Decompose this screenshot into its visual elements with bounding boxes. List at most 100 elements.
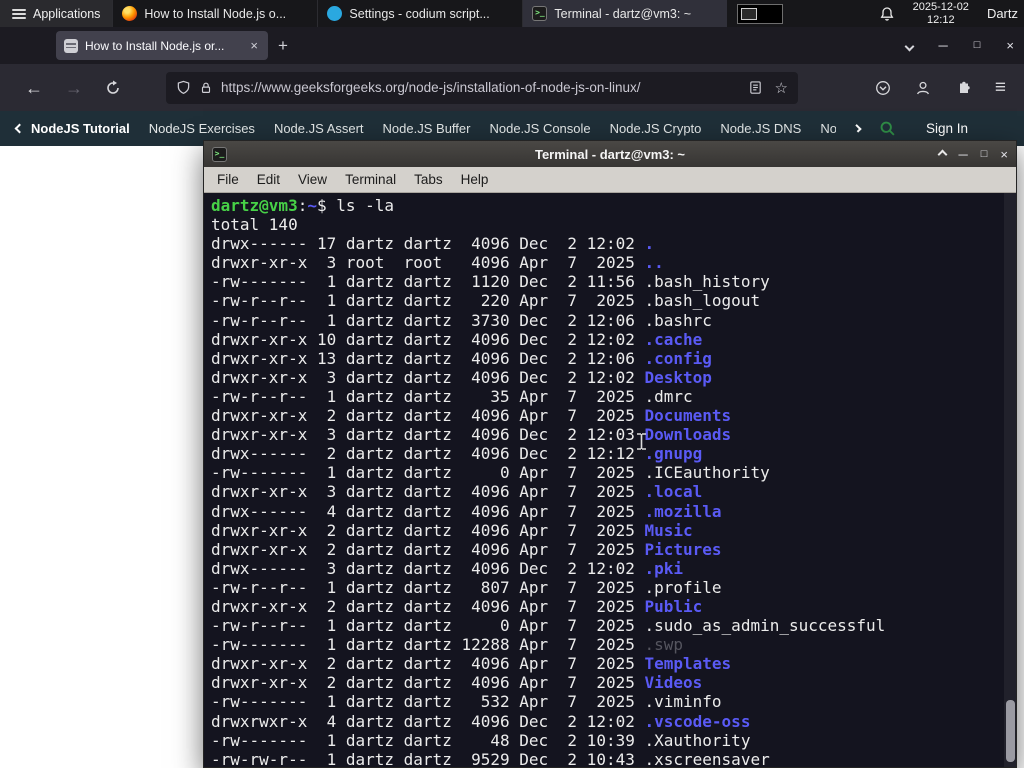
firefox-icon <box>122 6 138 21</box>
file-name: .dmrc <box>644 386 693 406</box>
file-name: Pictures <box>644 539 722 559</box>
gfg-nav-item[interactable]: Node.JS Buffer <box>383 121 471 136</box>
prompt-dollar: $ <box>316 196 337 215</box>
search-icon[interactable] <box>879 120 896 137</box>
gfg-nav-item[interactable]: Node <box>820 121 836 136</box>
applications-label: Applications <box>33 6 101 21</box>
menu-help[interactable]: Help <box>452 172 498 187</box>
gfg-nav-item[interactable]: Node.JS DNS <box>720 121 801 136</box>
gfg-nav-item[interactable]: NodeJS Exercises <box>149 121 255 136</box>
reader-mode-icon[interactable] <box>748 80 763 95</box>
menu-file[interactable]: File <box>208 172 248 187</box>
terminal-prompt-line: dartz@vm3:~$ ls -la <box>211 196 1002 215</box>
lock-icon[interactable] <box>199 81 213 95</box>
file-name: .ICEauthority <box>644 463 770 483</box>
file-name: Documents <box>644 406 732 426</box>
tab-close-icon[interactable]: × <box>248 38 260 53</box>
terminal-line: drwxr-xr-x 13 dartz dartz 4096 Dec 2 12:… <box>211 348 712 368</box>
browser-toolbar: ← → https://www.geeksforgeeks.org/node-j… <box>0 64 1024 111</box>
file-name: .profile <box>644 577 722 597</box>
account-icon[interactable] <box>915 80 931 96</box>
gfg-nav-item[interactable]: Node.JS Assert <box>274 121 364 136</box>
taskbar-item-firefox[interactable]: How to Install Node.js o... <box>112 0 317 27</box>
gfg-nav-item[interactable]: Node.JS Console <box>489 121 590 136</box>
pocket-icon[interactable] <box>875 80 891 96</box>
terminal-line: drwxr-xr-x 3 dartz dartz 4096 Dec 2 12:0… <box>211 367 712 387</box>
prompt-cwd: ~ <box>307 196 317 215</box>
terminal-scrollbar[interactable] <box>1004 193 1016 767</box>
chevron-right-icon[interactable] <box>853 124 862 133</box>
menu-edit[interactable]: Edit <box>248 172 289 187</box>
file-name: .bash_history <box>644 272 770 292</box>
terminal-line: -rw-r--r-- 1 dartz dartz 807 Apr 7 2025 … <box>211 577 722 597</box>
terminal-line: -rw------- 1 dartz dartz 48 Dec 2 10:39 … <box>211 730 751 750</box>
terminal-line: drwx------ 3 dartz dartz 4096 Dec 2 12:0… <box>211 558 684 578</box>
window-minimize-button[interactable]: ─ <box>939 39 948 52</box>
applications-menu[interactable]: Applications <box>0 0 113 27</box>
terminal-line: drwxr-xr-x 2 dartz dartz 4096 Apr 7 2025… <box>211 654 732 674</box>
back-button[interactable]: ← <box>14 79 54 97</box>
menu-terminal[interactable]: Terminal <box>336 172 405 187</box>
menu-tabs[interactable]: Tabs <box>405 172 452 187</box>
taskbar-item-codium[interactable]: Settings - codium script... <box>317 0 522 27</box>
file-name: .local <box>644 482 703 502</box>
file-name: .bashrc <box>644 310 712 330</box>
prompt-colon: : <box>297 196 308 215</box>
terminal-close-button[interactable]: × <box>1000 148 1008 161</box>
clock-date: 2025-12-02 <box>912 0 969 13</box>
file-name: .gnupg <box>644 444 703 464</box>
window-close-button[interactable]: × <box>1006 39 1014 52</box>
scrollbar-thumb[interactable] <box>1005 700 1015 762</box>
extensions-puzzle-icon[interactable] <box>955 80 971 96</box>
terminal-line: -rw------- 1 dartz dartz 532 Apr 7 2025 … <box>211 692 722 712</box>
taskbar-item-label: Terminal - dartz@vm3: ~ <box>554 6 692 21</box>
terminal-line: drwxr-xr-x 2 dartz dartz 4096 Apr 7 2025… <box>211 596 703 616</box>
terminal-line: -rw-r--r-- 1 dartz dartz 3730 Dec 2 12:0… <box>211 310 712 330</box>
terminal-total-line: total 140 <box>211 215 298 235</box>
file-name: Videos <box>644 673 703 693</box>
terminal-icon <box>532 6 548 21</box>
browser-tab-bar: How to Install Node.js or... × + ─ □ × <box>0 27 1024 64</box>
file-name: .cache <box>644 329 703 349</box>
gfg-nav-back[interactable]: NodeJS Tutorial <box>14 121 130 136</box>
gfg-nav-item[interactable]: Node.JS Crypto <box>610 121 702 136</box>
notification-bell-icon[interactable] <box>879 6 895 22</box>
url-text: https://www.geeksforgeeks.org/node-js/in… <box>221 80 641 95</box>
terminal-output[interactable]: dartz@vm3:~$ ls -la total 140 drwx------… <box>204 193 1016 767</box>
file-name: .bash_logout <box>644 291 761 311</box>
taskbar-item-label: Settings - codium script... <box>349 6 490 21</box>
applications-icon <box>12 7 26 21</box>
file-name: Downloads <box>644 425 732 445</box>
file-name: .pki <box>644 558 684 578</box>
sign-in-button[interactable]: Sign In <box>926 121 968 136</box>
terminal-maximize-button[interactable]: □ <box>981 148 988 160</box>
window-maximize-button[interactable]: □ <box>974 40 981 51</box>
shield-icon[interactable] <box>176 80 191 95</box>
menu-view[interactable]: View <box>289 172 336 187</box>
menu-hamburger-icon[interactable]: ≡ <box>995 77 1006 99</box>
taskbar-item-terminal[interactable]: Terminal - dartz@vm3: ~ <box>522 0 728 27</box>
workspace-pager[interactable] <box>737 3 784 24</box>
file-name: .vscode-oss <box>644 711 751 731</box>
terminal-line: drwxr-xr-x 10 dartz dartz 4096 Dec 2 12:… <box>211 329 703 349</box>
url-bar[interactable]: https://www.geeksforgeeks.org/node-js/in… <box>166 71 798 104</box>
new-tab-button[interactable]: + <box>268 36 298 56</box>
pager-window-icon <box>741 7 758 20</box>
file-name: Templates <box>644 654 732 674</box>
chevron-down-icon <box>904 41 914 51</box>
desktop: Applications How to Install Node.js o...… <box>0 0 1024 768</box>
tab-title: How to Install Node.js or... <box>85 38 225 53</box>
list-all-tabs-button[interactable] <box>904 37 914 55</box>
forward-button[interactable]: → <box>54 79 94 97</box>
shade-window-button[interactable] <box>937 145 947 163</box>
terminal-minimize-button[interactable]: ─ <box>959 148 968 161</box>
terminal-titlebar[interactable]: Terminal - dartz@vm3: ~ ─ □ × <box>204 141 1016 167</box>
terminal-line: drwxr-xr-x 2 dartz dartz 4096 Apr 7 2025… <box>211 673 703 693</box>
bookmark-star-icon[interactable]: ☆ <box>775 79 788 97</box>
file-name: . <box>644 234 655 254</box>
browser-tab[interactable]: How to Install Node.js or... × <box>56 31 268 60</box>
terminal-line: -rw------- 1 dartz dartz 12288 Apr 7 202… <box>211 635 684 655</box>
reload-button[interactable] <box>94 80 132 96</box>
panel-clock[interactable]: 2025-12-02 12:12 <box>905 1 977 26</box>
file-name: .. <box>644 253 664 273</box>
